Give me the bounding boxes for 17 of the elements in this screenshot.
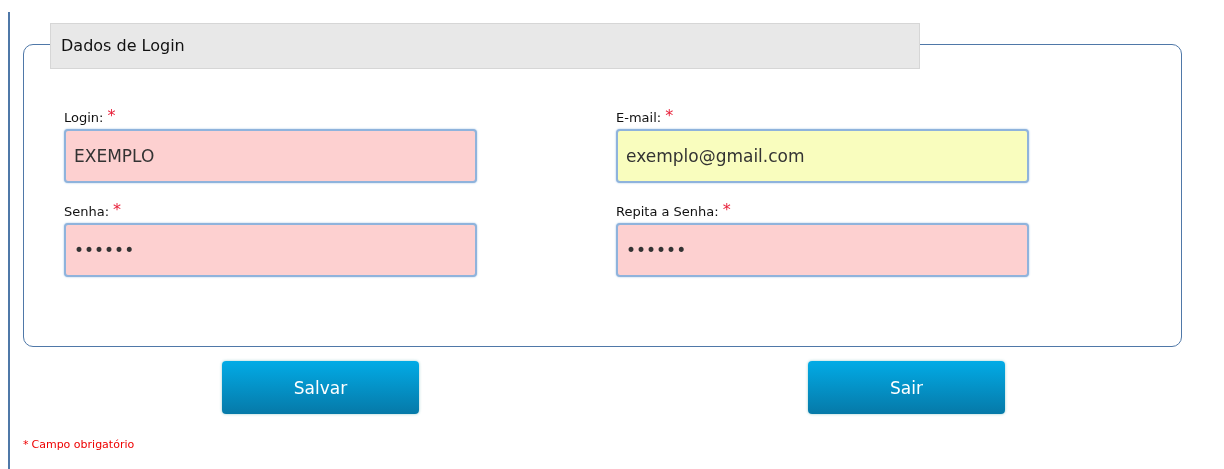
action-button[interactable]: Sair bbox=[808, 361, 1005, 414]
section-title: Dados de Login bbox=[50, 23, 920, 69]
required-mark: * bbox=[23, 438, 29, 451]
field-label: Senha: bbox=[64, 203, 110, 221]
input-field[interactable]: •••••• bbox=[64, 223, 477, 277]
field-label: Repita a Senha: bbox=[616, 203, 719, 221]
field-label: E-mail: bbox=[616, 109, 662, 127]
input-field[interactable]: EXEMPLO bbox=[64, 129, 477, 183]
action-button[interactable]: Salvar bbox=[222, 361, 419, 414]
input-field[interactable]: •••••• bbox=[616, 223, 1029, 277]
required-mark: * bbox=[113, 203, 122, 217]
required-mark: * bbox=[107, 109, 116, 123]
field-label: Login: bbox=[64, 109, 104, 127]
input-field[interactable]: exemplo@gmail.com bbox=[616, 129, 1029, 183]
footnote-text: Campo obrigatório bbox=[31, 438, 135, 451]
required-mark: * bbox=[665, 109, 674, 123]
required-mark: * bbox=[722, 203, 731, 217]
